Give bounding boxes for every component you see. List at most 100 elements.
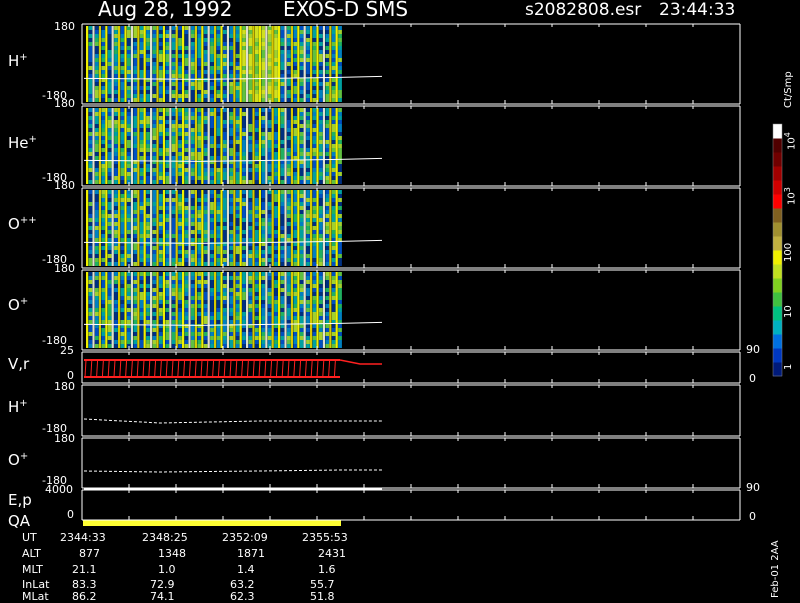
spectrogram-cell [146, 50, 150, 54]
spectrogram-cell [197, 222, 202, 226]
spectrogram-cell [216, 276, 221, 280]
spectrogram-cell [184, 332, 189, 336]
spectrogram-cell [254, 148, 259, 152]
spectrogram-cell [197, 176, 202, 180]
spectrogram-cell [133, 292, 138, 296]
spectrogram-cell [101, 58, 106, 62]
spectrogram-cell [94, 254, 99, 258]
spectrogram-cell [312, 112, 317, 116]
spectrogram-cell [178, 26, 182, 30]
spectrogram-cell [184, 74, 189, 78]
spectrogram-cell [178, 214, 182, 218]
spectrogram-cell [146, 66, 150, 70]
spectrogram-cell [235, 304, 240, 308]
spectrogram-cell [114, 344, 118, 348]
spectrogram-cell [146, 320, 150, 324]
spectrogram-cell [229, 312, 234, 316]
spectrogram-cell [267, 202, 272, 206]
velocity-spike [217, 359, 220, 378]
spectrogram-cell [197, 172, 202, 176]
spectrogram-cell [338, 280, 342, 284]
spectrogram-cell [312, 210, 317, 214]
spectrogram-cell [210, 226, 214, 230]
spectrogram-cell [158, 98, 163, 102]
spectrogram-cell [197, 128, 202, 132]
spectrogram-cell [242, 180, 246, 184]
spectrogram-cell [184, 66, 189, 70]
spectrogram-cell [178, 82, 182, 86]
spectrogram-cell [229, 254, 234, 258]
spectrogram-cell [242, 210, 246, 214]
spectrogram-cell [197, 108, 202, 112]
spectrogram-cell [216, 164, 221, 168]
spectrogram-cell [158, 128, 163, 132]
spectrogram-cell [190, 340, 195, 344]
spectrogram-cell [197, 132, 202, 136]
spectrogram-cell [312, 90, 317, 94]
spectrogram-cell [126, 112, 131, 116]
spectrogram-cell [261, 148, 266, 152]
spectrogram-cell [210, 288, 214, 292]
spectrogram-cell [229, 304, 234, 308]
spectrogram-cell [338, 336, 342, 340]
spectrogram-cell [120, 308, 125, 312]
spectrogram-cell [261, 144, 266, 148]
spectrogram-cell [120, 316, 125, 320]
spectrogram-cell [338, 214, 342, 218]
spectrogram-cell [107, 218, 112, 222]
spectrogram-cell [203, 144, 208, 148]
spectrogram-cell [248, 262, 253, 266]
spectrogram-cell [254, 210, 259, 214]
velocity-spike [229, 359, 232, 378]
spectrogram-cell [210, 254, 214, 258]
spectrogram-cell [114, 108, 118, 112]
spectrogram-cell [94, 300, 99, 304]
spectrogram-cell [146, 42, 150, 46]
spectrogram-cell [94, 190, 99, 194]
spectrogram-cell [120, 344, 125, 348]
spectrogram-cell [165, 210, 170, 214]
spectrogram-cell [242, 230, 246, 234]
spectrogram-cell [171, 226, 176, 230]
spectrogram-cell [216, 336, 221, 340]
spectrogram-cell [254, 176, 259, 180]
spectrogram-cell [120, 116, 125, 120]
spectrogram-cell [94, 120, 99, 124]
spectrogram-cell [280, 296, 285, 300]
spectrogram-stripe [188, 190, 191, 266]
spectrogram-cell [203, 194, 208, 198]
spectrogram-cell [203, 168, 208, 172]
ytick-oplusplus-top: 180 [54, 179, 75, 192]
spectrogram-cell [120, 62, 125, 66]
velocity-spike [101, 359, 104, 378]
spectrogram-cell [184, 86, 189, 90]
spectrogram-cell [203, 180, 208, 184]
spectrogram-cell [318, 148, 323, 152]
spectrogram-cell [139, 328, 144, 332]
spectrogram-cell [210, 316, 214, 320]
spectrogram-cell [242, 246, 246, 250]
spectrogram-cell [306, 132, 310, 136]
spectrogram-cell [261, 86, 266, 90]
spectrogram-cell [267, 50, 272, 54]
spectrogram-cell [280, 194, 285, 198]
spectrogram-cell [152, 34, 157, 38]
spectrogram-cell [274, 172, 278, 176]
spectrogram-cell [139, 206, 144, 210]
spectrogram-cell [293, 128, 298, 132]
spectrogram-cell [107, 148, 112, 152]
spectrogram-cell [126, 332, 131, 336]
spectrogram-cell [261, 120, 266, 124]
spectrogram-cell [318, 194, 323, 198]
spectrogram-cell [325, 26, 330, 30]
spectrogram-cell [222, 280, 227, 284]
spectrogram-cell [274, 112, 278, 116]
spectrogram-cell [190, 234, 195, 238]
spectrogram-cell [146, 230, 150, 234]
spectrogram-cell [235, 62, 240, 66]
spectrogram-cell [299, 70, 304, 74]
spectrogram-cell [126, 328, 131, 332]
spectrogram-cell [293, 108, 298, 112]
spectrogram-cell [94, 230, 99, 234]
spectrogram-cell [318, 234, 323, 238]
